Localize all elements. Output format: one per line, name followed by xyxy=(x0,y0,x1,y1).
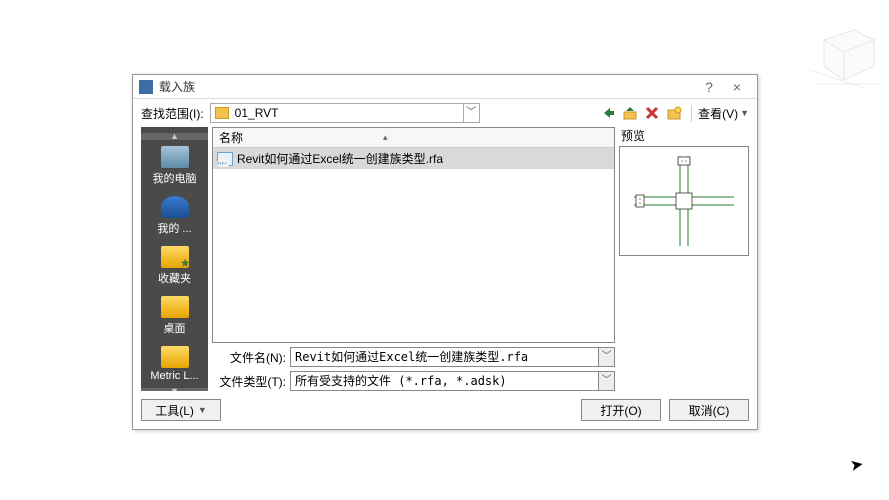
filename-combo[interactable]: Revit如何通过Excel统一创建族类型.rfa ﹀ xyxy=(290,347,615,367)
tools-label: 工具(L) xyxy=(155,402,194,419)
help-button[interactable]: ? xyxy=(695,79,723,95)
place-desktop[interactable]: 桌面 xyxy=(141,292,208,340)
up-button[interactable] xyxy=(621,104,639,122)
family-preview-drawing xyxy=(624,151,744,251)
chevron-down-icon[interactable]: ﹀ xyxy=(599,371,615,391)
place-metric-library[interactable]: Metric L... xyxy=(141,342,208,386)
sort-indicator-icon: ▴ xyxy=(383,132,388,143)
place-my-network[interactable]: 我的 ... xyxy=(141,192,208,240)
lookin-label: 查找范围(I): xyxy=(141,105,204,122)
open-button[interactable]: 打开(O) xyxy=(581,399,661,421)
cancel-button[interactable]: 取消(C) xyxy=(669,399,749,421)
filename-input[interactable]: Revit如何通过Excel统一创建族类型.rfa xyxy=(290,347,599,367)
mouse-cursor-icon: ➤ xyxy=(848,454,865,476)
chevron-down-icon: ▼ xyxy=(740,108,749,118)
lookin-folder-name: 01_RVT xyxy=(233,106,463,120)
dialog-title: 载入族 xyxy=(159,78,695,95)
filetype-row: 文件类型(T): 所有受支持的文件 (*.rfa, *.adsk) ﹀ xyxy=(212,371,615,391)
chevron-down-icon[interactable]: ﹀ xyxy=(599,347,615,367)
cancel-label: 取消(C) xyxy=(689,402,730,419)
favorites-icon xyxy=(161,246,189,268)
load-family-dialog: 载入族 ? × 查找范围(I): 01_RVT ﹀ 查看(V) xyxy=(132,74,758,430)
viewcube-background xyxy=(804,10,884,90)
filetype-select[interactable]: 所有受支持的文件 (*.rfa, *.adsk) xyxy=(290,371,599,391)
revit-app-icon xyxy=(139,80,153,94)
computer-icon xyxy=(161,146,189,168)
chevron-down-icon[interactable]: ﹀ xyxy=(463,104,479,122)
dialog-buttons: 工具(L) ▼ 打开(O) 取消(C) xyxy=(133,391,757,429)
file-list[interactable]: Revit如何通过Excel统一创建族类型.rfa xyxy=(213,148,614,342)
desktop-folder-icon xyxy=(161,296,189,318)
network-icon xyxy=(161,196,189,218)
close-button[interactable]: × xyxy=(723,79,751,95)
place-my-computer[interactable]: 我的电脑 xyxy=(141,142,208,190)
place-label: Metric L... xyxy=(150,370,198,382)
delete-button[interactable] xyxy=(643,104,661,122)
filename-label: 文件名(N): xyxy=(212,349,286,366)
open-label: 打开(O) xyxy=(600,402,641,419)
place-label: 我的 ... xyxy=(157,220,191,236)
folder-icon xyxy=(215,107,229,119)
place-label: 收藏夹 xyxy=(158,270,191,286)
column-name-label: 名称 xyxy=(219,129,243,146)
chevron-down-icon: ▼ xyxy=(198,405,207,415)
preview-thumbnail xyxy=(619,146,749,256)
dialog-main: ▲ 我的电脑 我的 ... 收藏夹 桌面 Metric L... ▼ xyxy=(133,127,757,391)
rfa-file-icon xyxy=(217,152,233,166)
filetype-label: 文件类型(T): xyxy=(212,373,286,390)
filetype-combo[interactable]: 所有受支持的文件 (*.rfa, *.adsk) ﹀ xyxy=(290,371,615,391)
preview-label: 预览 xyxy=(621,127,749,144)
preview-panel: 预览 xyxy=(619,127,749,391)
places-scroll-up[interactable]: ▲ xyxy=(141,133,208,140)
back-button[interactable] xyxy=(599,104,617,122)
filename-row: 文件名(N): Revit如何通过Excel统一创建族类型.rfa ﹀ xyxy=(212,347,615,367)
titlebar: 载入族 ? × xyxy=(133,75,757,99)
library-folder-icon xyxy=(161,346,189,368)
file-name: Revit如何通过Excel统一创建族类型.rfa xyxy=(237,150,443,167)
view-menu-button[interactable]: 查看(V) ▼ xyxy=(691,105,749,122)
lookin-toolbar: 查找范围(I): 01_RVT ﹀ 查看(V) ▼ xyxy=(133,99,757,127)
tools-menu-button[interactable]: 工具(L) ▼ xyxy=(141,399,221,421)
place-label: 我的电脑 xyxy=(153,170,197,186)
file-list-panel: 名称 ▴ Revit如何通过Excel统一创建族类型.rfa xyxy=(212,127,615,343)
places-bar: ▲ 我的电脑 我的 ... 收藏夹 桌面 Metric L... ▼ xyxy=(141,127,208,391)
view-label: 查看(V) xyxy=(698,105,738,122)
file-row[interactable]: Revit如何通过Excel统一创建族类型.rfa xyxy=(213,148,614,169)
newfolder-button[interactable] xyxy=(665,104,683,122)
lookin-folder-combo[interactable]: 01_RVT ﹀ xyxy=(210,103,480,123)
file-inputs: 文件名(N): Revit如何通过Excel统一创建族类型.rfa ﹀ 文件类型… xyxy=(212,347,615,391)
nav-tool-icons: 查看(V) ▼ xyxy=(599,104,749,122)
file-center: 名称 ▴ Revit如何通过Excel统一创建族类型.rfa 文件名(N): R… xyxy=(212,127,615,391)
place-favorites[interactable]: 收藏夹 xyxy=(141,242,208,290)
place-label: 桌面 xyxy=(164,320,186,336)
file-column-header[interactable]: 名称 ▴ xyxy=(213,128,614,148)
